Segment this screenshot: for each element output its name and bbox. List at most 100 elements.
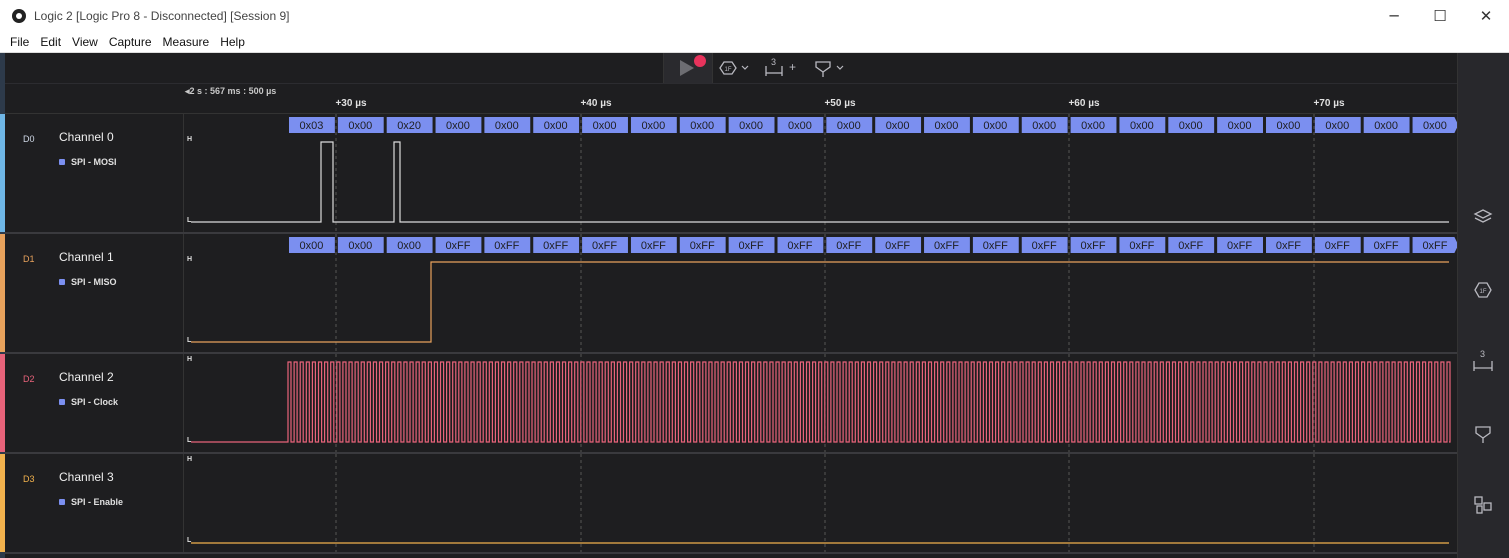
signal-trace [191,141,1449,223]
decoded-byte-label: 0x00 [690,120,714,132]
analyzer-color-dot [59,159,65,165]
decoded-byte-label: 0x00 [397,240,421,252]
marker-dropdown[interactable] [813,58,849,78]
channel-label-panel[interactable]: D1 Channel 1 SPI - MISO [5,234,184,352]
decoded-byte-label: 0x00 [1374,120,1398,132]
menu-edit[interactable]: Edit [35,35,67,49]
measurements-icon [1475,426,1491,443]
low-level-label: L [187,537,192,544]
play-icon [680,55,706,76]
absolute-time-value: 2 s : 567 ms : 500 µs [189,86,277,96]
channel-label-panel[interactable]: D0 Channel 0 SPI - MOSI [5,114,184,232]
extensions-icon [1474,496,1492,514]
measurements-button[interactable] [1472,423,1494,445]
minimize-button[interactable]: ─ [1371,0,1417,31]
low-level-label: L [187,217,192,224]
menu-file[interactable]: File [0,35,35,49]
decoded-byte-label: 0x00 [446,120,470,132]
decoded-byte-label: 0x00 [495,120,519,132]
analyzer-name: SPI - Clock [71,397,119,407]
analyzer-color-dot [59,399,65,405]
tick-label: +50 µs [824,98,856,109]
decoded-byte-label: 0x03 [299,120,323,132]
waveform-svg [191,454,1449,552]
decoded-byte-label: 0x00 [935,120,959,132]
decoded-byte-label: 0x00 [1179,120,1203,132]
channel-id: D2 [23,374,35,384]
waveform-area[interactable]: 0x00 0x00 0x00 0xFF 0xFF 0xFF 0xFF 0xFF 0xFF 0xFF… [183,234,1457,352]
decoded-byte-label: 0x00 [593,120,617,132]
tick-label: +70 µs [1313,98,1345,109]
maximize-button[interactable]: ☐ [1417,0,1463,31]
trigger-dropdown[interactable]: 1F [717,59,753,77]
channel-name[interactable]: Channel 2 [59,370,114,384]
trigger-settings-button[interactable]: 1F [1472,279,1494,301]
decoded-byte-label: 0xFF [1080,240,1105,252]
close-button[interactable]: ✕ [1463,0,1509,31]
signal-trace [191,361,1451,443]
analyzers-button[interactable] [1472,206,1494,228]
decoded-byte-label: 0xFF [983,240,1008,252]
trigger-icon: 1F [719,61,749,75]
channel-id: D3 [23,474,35,484]
decoded-byte-label: 0xFF [690,240,715,252]
timing-marker-number: 3 [771,57,777,67]
tick-label: +60 µs [1068,98,1100,109]
channel-header-spacer [5,84,184,114]
timing-marker-icon [765,66,783,76]
analyzer-label[interactable]: SPI - Clock [59,397,118,407]
analyzers-icon [1473,209,1493,223]
decoded-byte-label: 0xFF [739,240,764,252]
channel-id: D1 [23,254,35,264]
waveform-area[interactable]: 0x03 0x00 0x20 0x00 0x00 0x00 0x00 0x00 0x00 0x00… [183,114,1457,232]
channel-label-panel[interactable]: D3 Channel 3 SPI - Enable [5,454,184,552]
extensions-button[interactable] [1472,494,1494,516]
decoded-byte-label: 0xFF [836,240,861,252]
decoded-byte-label: 0x00 [348,240,372,252]
window-controls: ─ ☐ ✕ [1371,0,1509,31]
decoded-byte-label: 0x00 [641,120,665,132]
channel-label-panel[interactable]: D2 Channel 2 SPI - Clock [5,354,184,452]
menu-bar: File Edit View Capture Measure Help [0,31,1509,53]
menu-capture[interactable]: Capture [104,35,158,49]
channel-name[interactable]: Channel 3 [59,470,114,484]
channel-id: D0 [23,134,35,144]
decoded-byte-label: 0x00 [1130,120,1154,132]
channel-row-d3: D3 Channel 3 SPI - Enable H L [0,454,1457,554]
start-capture-button[interactable] [663,53,713,83]
decoded-byte-label: 0x00 [1032,120,1056,132]
decoded-byte-label: 0xFF [543,240,568,252]
svg-text:1F: 1F [724,67,731,73]
timing-markers-button[interactable]: 3 [1472,349,1494,373]
capture-toolbar: 1F 3 + [5,53,1457,84]
analyzer-name: SPI - Enable [71,497,124,507]
high-level-label: H [187,356,193,363]
analyzer-name: SPI - MOSI [71,157,117,167]
decoded-byte-label: 0xFF [1422,240,1447,252]
decoded-byte-label: 0x00 [1081,120,1105,132]
high-level-label: H [187,136,193,143]
add-timing-marker-button[interactable]: 3 + [763,57,803,78]
decoded-byte-label: 0xFF [1129,240,1154,252]
timeline-ruler[interactable]: ◂2 s : 567 ms : 500 µs +30 µs +40 µs +50… [183,84,1457,114]
menu-view[interactable]: View [67,35,104,49]
menu-help[interactable]: Help [215,35,251,49]
decoded-byte-label: 0xFF [787,240,812,252]
tick-label: +30 µs [335,98,367,109]
high-level-label: H [187,256,193,263]
signal-trace [191,261,1449,343]
analyzer-label[interactable]: SPI - Enable [59,497,123,507]
decoded-byte-label: 0x00 [1325,120,1349,132]
analyzer-label[interactable]: SPI - MISO [59,277,117,287]
channel-row-d1: D1 Channel 1 SPI - MISO 0x00 0x00 0x00 0xFF… [0,234,1457,354]
decoded-byte-label: 0x00 [983,120,1007,132]
waveform-area[interactable]: H L [183,354,1457,452]
channel-name[interactable]: Channel 0 [59,130,114,144]
waveform-area[interactable]: H L [183,454,1457,552]
menu-measure[interactable]: Measure [158,35,216,49]
svg-text:1F: 1F [1479,289,1486,295]
analyzer-color-dot [59,279,65,285]
analyzer-label[interactable]: SPI - MOSI [59,157,117,167]
channel-name[interactable]: Channel 1 [59,250,114,264]
channel-row-d0: D0 Channel 0 SPI - MOSI 0x03 0x00 0x20 0x00… [0,114,1457,234]
